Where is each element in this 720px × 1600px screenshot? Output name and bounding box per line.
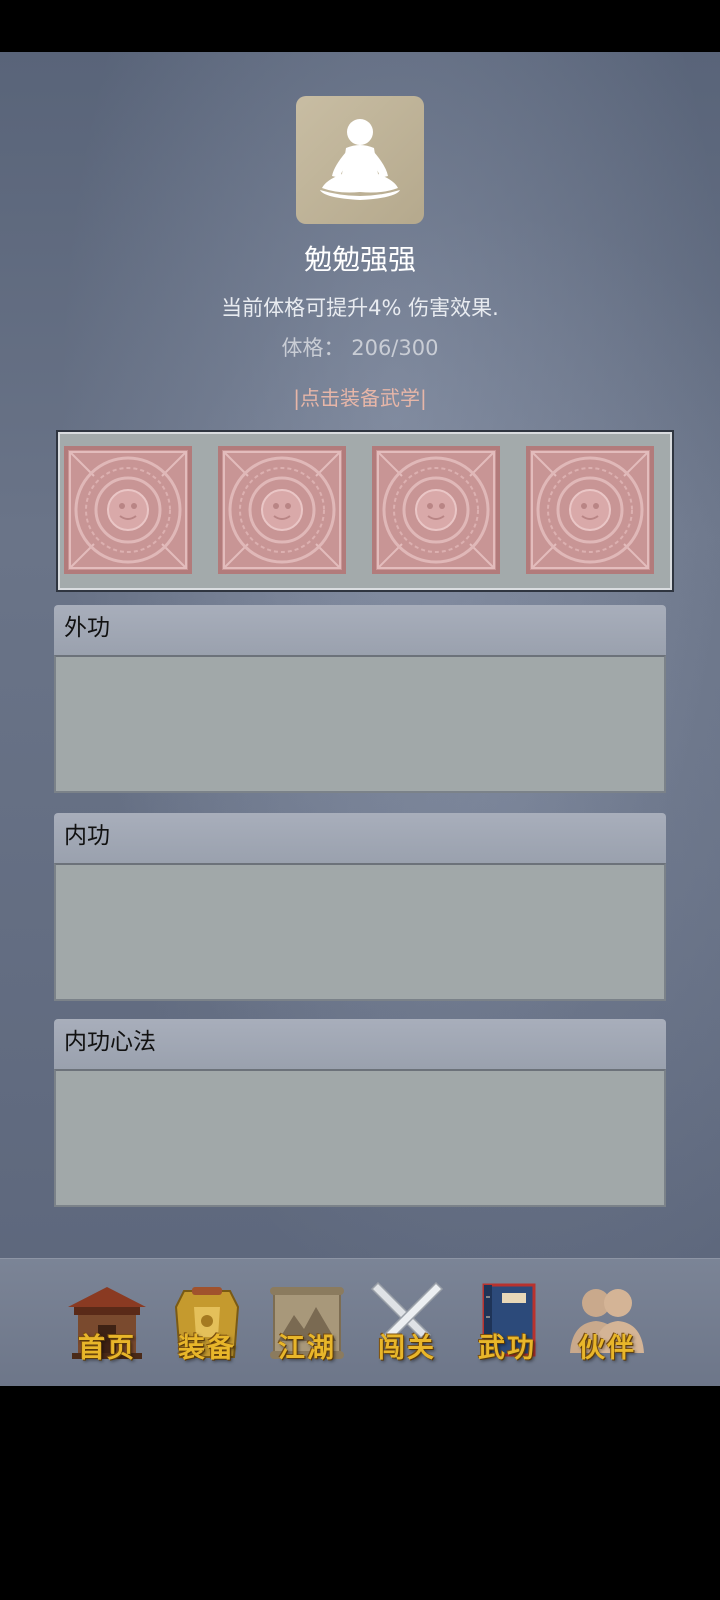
aztec-calendar-icon	[531, 451, 649, 569]
internal-technique-section: 内功心法	[54, 1019, 666, 1207]
section-content-area[interactable]	[54, 863, 666, 1001]
equip-martial-arts-link[interactable]: |点击装备武学|	[0, 382, 720, 411]
nav-item-jianghu[interactable]: 江湖	[264, 1277, 350, 1373]
constitution-bonus-description: 当前体格可提升4% 伤害效果.	[221, 296, 499, 320]
system-navigation-area	[0, 1386, 720, 1600]
nav-label: 江湖	[278, 1333, 336, 1364]
section-title: 内功心法	[54, 1019, 666, 1069]
section-title: 内功	[54, 813, 666, 863]
aztec-calendar-icon	[377, 451, 495, 569]
aztec-calendar-icon	[69, 451, 187, 569]
nav-item-martial-arts[interactable]: 武功	[464, 1277, 550, 1373]
equip-slot[interactable]	[64, 446, 192, 574]
external-skills-section: 外功	[54, 605, 666, 793]
internal-skills-section: 内功	[54, 813, 666, 1001]
bottom-navigation: 首页 装备 江湖 闯关 武功 伙伴	[0, 1258, 720, 1387]
section-content-area[interactable]	[54, 655, 666, 793]
equip-slot-panel	[56, 430, 674, 592]
status-bar	[0, 0, 720, 52]
nav-label: 装备	[178, 1333, 236, 1364]
meditation-avatar	[296, 96, 424, 224]
constitution-label: 体格：	[281, 336, 345, 360]
nav-label: 武功	[478, 1333, 536, 1364]
equip-slot[interactable]	[526, 446, 654, 574]
equip-slot[interactable]	[218, 446, 346, 574]
martial-arts-screen: 勉勉强强 当前体格可提升4% 伤害效果. 体格： 206/300 |点击装备武学…	[0, 52, 720, 1258]
nav-item-companions[interactable]: 伙伴	[564, 1277, 650, 1373]
meditating-figure-icon	[320, 119, 400, 200]
aztec-calendar-icon	[223, 451, 341, 569]
nav-label: 首页	[78, 1333, 136, 1364]
nav-label: 闯关	[378, 1333, 436, 1364]
nav-item-equipment[interactable]: 装备	[164, 1277, 250, 1373]
constitution-stat: 体格： 206/300	[0, 332, 720, 362]
section-title: 外功	[54, 605, 666, 655]
equip-slot[interactable]	[372, 446, 500, 574]
nav-item-home[interactable]: 首页	[64, 1277, 150, 1373]
nav-item-challenge[interactable]: 闯关	[364, 1277, 450, 1373]
nav-label: 伙伴	[578, 1333, 636, 1364]
constitution-rank-title: 勉勉强强	[303, 243, 416, 276]
constitution-value: 206/300	[351, 336, 439, 360]
section-content-area[interactable]	[54, 1069, 666, 1207]
